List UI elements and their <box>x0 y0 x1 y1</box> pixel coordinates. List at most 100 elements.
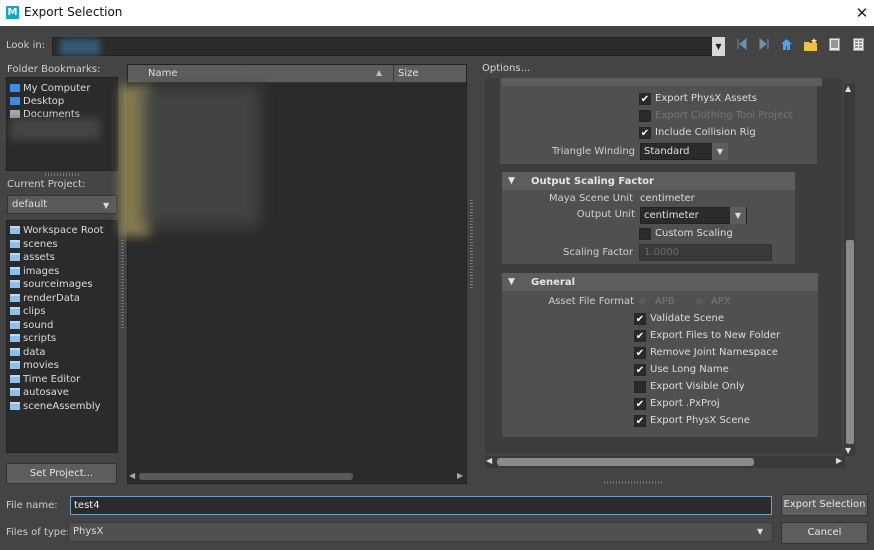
export-clothing-tool-checkbox[interactable] <box>639 110 651 122</box>
export-physx-scene-checkbox[interactable]: ✔ <box>634 415 646 427</box>
cancel-button[interactable]: Cancel <box>781 522 868 544</box>
export-visible-only-checkbox[interactable] <box>634 381 646 393</box>
collapse-triangle-icon[interactable]: ▼ <box>508 277 515 287</box>
folder-item[interactable]: movies <box>10 360 59 371</box>
close-icon[interactable]: ✕ <box>852 3 872 23</box>
folder-item[interactable]: images <box>10 266 59 277</box>
use-long-name-label: Use Long Name <box>650 364 729 375</box>
export-pxproj-checkbox[interactable]: ✔ <box>634 398 646 410</box>
folder-icon <box>10 266 20 275</box>
column-size-header[interactable]: Size <box>398 68 419 79</box>
look-in-label: Look in: <box>6 40 46 51</box>
folder-item[interactable]: assets <box>10 252 55 263</box>
folder-item[interactable]: sceneAssembly <box>10 401 101 412</box>
folder-icon <box>10 361 20 369</box>
file-type-dropdown[interactable]: PhysX <box>68 522 773 542</box>
export-selection-button[interactable]: Export Selection <box>781 494 868 516</box>
maya-scene-unit-value: centimeter <box>640 193 695 204</box>
forward-icon[interactable] <box>756 37 772 54</box>
export-files-new-folder-checkbox[interactable]: ✔ <box>634 330 646 342</box>
export-physx-assets-checkbox[interactable]: ✔ <box>639 93 651 105</box>
folder-item[interactable]: Workspace Root <box>10 225 104 236</box>
scroll-up-icon[interactable]: ▲ <box>845 84 851 93</box>
scaling-factor-label: Scaling Factor <box>562 247 633 258</box>
folder-item[interactable]: sourceimages <box>10 279 93 290</box>
remove-joint-namespace-checkbox[interactable]: ✔ <box>634 347 646 359</box>
new-folder-icon[interactable] <box>802 38 818 54</box>
folder-item[interactable]: Time Editor <box>10 374 80 385</box>
folder-item[interactable]: scenes <box>10 239 58 250</box>
folder-icon <box>10 374 20 383</box>
chevron-down-icon[interactable]: ▼ <box>757 527 763 536</box>
maya-app-icon: M <box>6 6 19 19</box>
include-collision-rig-checkbox[interactable]: ✔ <box>639 127 651 139</box>
remove-joint-namespace-label: Remove Joint Namespace <box>650 347 778 358</box>
look-in-combo[interactable] <box>52 37 714 56</box>
redacted-files <box>140 86 260 226</box>
scroll-left-icon[interactable]: ◀ <box>129 471 135 480</box>
folder-item[interactable]: clips <box>10 306 46 317</box>
validate-scene-label: Validate Scene <box>650 313 724 324</box>
scroll-left-icon[interactable]: ◀ <box>486 456 492 465</box>
column-name-header[interactable]: Name <box>148 68 178 79</box>
window-title: Export Selection <box>24 5 123 19</box>
folder-icon <box>10 239 20 248</box>
export-physx-assets-label: Export PhysX Assets <box>655 93 757 104</box>
folder-item[interactable]: data <box>10 347 46 358</box>
include-collision-rig-label: Include Collision Rig <box>655 127 756 138</box>
general-title: General <box>531 277 575 288</box>
splitter-handle[interactable] <box>604 481 664 484</box>
scrollbar-thumb[interactable] <box>497 458 754 466</box>
redacted-bookmarks <box>10 118 100 140</box>
use-long-name-checkbox[interactable]: ✔ <box>634 364 646 376</box>
output-unit-label: Output Unit <box>576 209 635 220</box>
asset-file-format-label: Asset File Format <box>548 296 634 307</box>
chevron-down-icon[interactable]: ▼ <box>103 201 109 210</box>
scrollbar-thumb[interactable] <box>846 240 854 444</box>
splitter-handle[interactable] <box>470 200 473 290</box>
scroll-down-icon[interactable]: ▼ <box>845 446 851 455</box>
triangle-winding-label: Triangle Winding <box>551 146 635 157</box>
set-project-button[interactable]: Set Project... <box>6 463 117 484</box>
bookmark-my-computer[interactable]: My Computer <box>10 83 90 94</box>
validate-scene-checkbox[interactable]: ✔ <box>634 313 646 325</box>
splitter-handle[interactable] <box>121 240 124 330</box>
folder-item[interactable]: renderData <box>10 293 80 304</box>
physx-section-header[interactable] <box>502 78 822 86</box>
chevron-down-icon[interactable]: ▼ <box>712 37 725 56</box>
title-bar <box>0 0 874 26</box>
scroll-right-icon[interactable]: ▶ <box>457 471 463 480</box>
folder-icon <box>10 347 20 356</box>
custom-scaling-label: Custom Scaling <box>655 228 733 239</box>
custom-scaling-checkbox[interactable] <box>639 228 651 240</box>
folder-item[interactable]: autosave <box>10 387 69 398</box>
folder-bookmarks-label: Folder Bookmarks: <box>7 64 101 75</box>
folder-icon <box>10 307 20 315</box>
desktop-icon <box>10 97 20 105</box>
scaling-factor-input[interactable]: 1.0000 <box>639 244 772 261</box>
output-scaling-title: Output Scaling Factor <box>531 176 654 187</box>
splitter-handle[interactable] <box>45 173 81 176</box>
back-icon[interactable] <box>734 37 750 54</box>
bookmark-desktop[interactable]: Desktop <box>10 96 64 107</box>
scroll-right-icon[interactable]: ▶ <box>836 456 842 465</box>
apx-radio[interactable] <box>696 298 703 305</box>
apb-radio[interactable] <box>639 298 646 305</box>
folder-item[interactable]: sound <box>10 320 53 331</box>
home-icon[interactable] <box>778 38 794 54</box>
scrollbar-thumb[interactable] <box>139 473 353 480</box>
chevron-down-icon[interactable]: ▼ <box>712 143 728 160</box>
list-view-icon[interactable] <box>826 38 842 54</box>
folder-icon <box>10 334 20 342</box>
folder-icon <box>10 401 20 410</box>
folder-item[interactable]: scripts <box>10 333 56 344</box>
column-divider[interactable] <box>393 65 394 83</box>
file-name-input[interactable] <box>70 496 772 515</box>
folder-icon <box>10 280 20 288</box>
collapse-triangle-icon[interactable]: ▼ <box>508 176 515 186</box>
export-clothing-tool-label: Export Clothing Tool Project <box>655 110 793 121</box>
detail-view-icon[interactable] <box>850 38 866 54</box>
project-folder-list[interactable]: Workspace Root scenes assets images sour… <box>6 220 118 453</box>
chevron-down-icon[interactable]: ▼ <box>730 207 746 224</box>
maya-scene-unit-label: Maya Scene Unit <box>548 193 633 204</box>
